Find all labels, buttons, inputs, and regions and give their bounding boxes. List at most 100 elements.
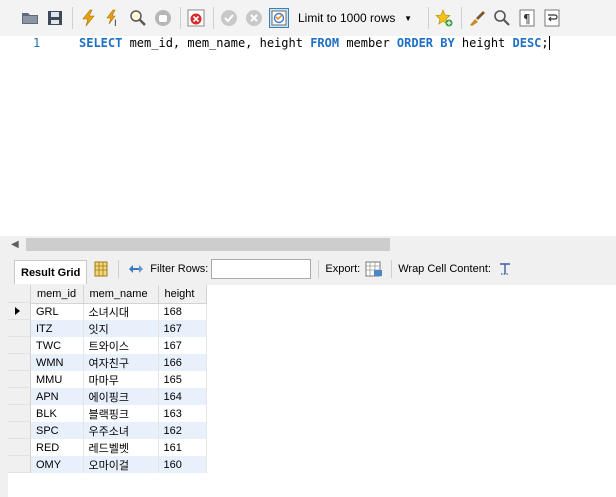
execute-lightning-icon[interactable] <box>78 8 98 28</box>
svg-text:I: I <box>114 19 117 27</box>
table-row[interactable]: RED 레드벨벳 161 <box>31 439 207 456</box>
cell-mem-name[interactable]: 에이핑크 <box>83 388 159 405</box>
toolbar-separator <box>180 7 181 29</box>
execute-cursor-icon[interactable]: I <box>103 8 123 28</box>
filter-rows-input[interactable] <box>211 259 312 279</box>
cell-mem-id[interactable]: OMY <box>31 456 84 473</box>
cell-mem-name[interactable]: 우주소녀 <box>83 422 159 439</box>
explain-magnifier-icon[interactable] <box>128 8 148 28</box>
row-header[interactable] <box>8 320 30 337</box>
sql-keyword: SELECT <box>79 36 123 50</box>
svg-text:¶: ¶ <box>523 12 531 26</box>
cell-mem-name[interactable]: 레드벨벳 <box>83 439 159 456</box>
filter-rows-label: Filter Rows: <box>150 263 209 275</box>
row-header[interactable] <box>8 354 30 371</box>
find-icon[interactable] <box>492 8 512 28</box>
cell-mem-id[interactable]: SPC <box>31 422 84 439</box>
row-header[interactable] <box>8 303 30 320</box>
cell-height[interactable]: 166 <box>158 354 207 371</box>
column-header-mem-id[interactable]: mem_id <box>31 285 84 304</box>
sql-text: member <box>339 36 397 50</box>
rollback-icon[interactable] <box>244 8 264 28</box>
star-add-icon[interactable] <box>434 8 454 28</box>
cell-mem-name[interactable]: 여자친구 <box>83 354 159 371</box>
cell-mem-id[interactable]: WMN <box>31 354 84 371</box>
commit-icon[interactable] <box>219 8 239 28</box>
cell-height[interactable]: 161 <box>158 439 207 456</box>
cell-mem-id[interactable]: BLK <box>31 405 84 422</box>
cell-mem-name[interactable]: 소녀시대 <box>83 303 159 320</box>
folder-open-icon[interactable] <box>20 8 40 28</box>
cell-mem-id[interactable]: APN <box>31 388 84 405</box>
refresh-filter-icon[interactable] <box>126 259 146 279</box>
cell-mem-name[interactable]: 마마무 <box>83 371 159 388</box>
toggle-error-icon[interactable] <box>186 8 206 28</box>
export-icon[interactable] <box>364 259 384 279</box>
toolbar-separator <box>391 260 393 278</box>
table-row[interactable]: TWC 트와이스 167 <box>31 337 207 354</box>
cell-height[interactable]: 167 <box>158 320 207 337</box>
cell-height[interactable]: 160 <box>158 456 207 473</box>
row-header[interactable] <box>8 422 30 439</box>
sql-text: height <box>454 36 513 50</box>
beautify-brush-icon[interactable] <box>467 8 487 28</box>
table-row[interactable]: GRL 소녀시대 168 <box>31 303 207 320</box>
text-cursor <box>548 36 550 50</box>
cell-mem-name[interactable]: 오마이걸 <box>83 456 159 473</box>
cell-mem-id[interactable]: TWC <box>31 337 84 354</box>
chevron-down-icon: ▼ <box>404 13 412 23</box>
table-row[interactable]: SPC 우주소녀 162 <box>31 422 207 439</box>
cell-mem-id[interactable]: MMU <box>31 371 84 388</box>
scroll-left-icon[interactable]: ◀ <box>11 239 19 250</box>
cell-mem-id[interactable]: RED <box>31 439 84 456</box>
row-header[interactable] <box>8 388 30 405</box>
row-header[interactable] <box>8 439 30 456</box>
code-line[interactable]: SELECT mem_id, mem_name, height FROM mem… <box>79 36 550 50</box>
export-label: Export: <box>325 263 361 275</box>
scrollbar-thumb[interactable] <box>26 238 390 251</box>
result-grid-tab[interactable]: Result Grid <box>14 260 88 284</box>
column-header-mem-name[interactable]: mem_name <box>83 285 159 304</box>
cell-mem-id[interactable]: ITZ <box>31 320 84 337</box>
toolbar-separator <box>461 7 462 29</box>
cell-height[interactable]: 167 <box>158 337 207 354</box>
table-row[interactable]: BLK 블랙핑크 163 <box>31 405 207 422</box>
row-header[interactable] <box>8 405 30 422</box>
cell-height[interactable]: 165 <box>158 371 207 388</box>
table-row[interactable]: APN 에이핑크 164 <box>31 388 207 405</box>
table-row[interactable]: ITZ 잇지 167 <box>31 320 207 337</box>
current-row-pointer-icon <box>15 307 20 315</box>
cell-mem-name[interactable]: 잇지 <box>83 320 159 337</box>
table-row[interactable]: OMY 오마이걸 160 <box>31 456 207 473</box>
cell-height[interactable]: 162 <box>158 422 207 439</box>
table-header-row: mem_id mem_name height <box>31 285 207 304</box>
row-header[interactable] <box>8 371 30 388</box>
toolbar-separator <box>72 7 73 29</box>
editor-horizontal-scrollbar[interactable]: ◀ <box>0 236 616 253</box>
table-body: GRL 소녀시대 168 ITZ 잇지 167 TWC 트와이스 167 WMN 여자친구 166 MM… <box>31 303 207 473</box>
cell-mem-name[interactable]: 블랙핑크 <box>83 405 159 422</box>
result-grid-label: Result Grid <box>21 266 81 279</box>
table-row[interactable]: WMN 여자친구 166 <box>31 354 207 371</box>
result-toolbar: Result Grid Filter Rows: Export: Wrap Ce… <box>0 253 616 285</box>
save-icon[interactable] <box>45 8 65 28</box>
stop-icon[interactable] <box>153 8 173 28</box>
table-row[interactable]: MMU 마마무 165 <box>31 371 207 388</box>
wrap-icon[interactable] <box>542 8 562 28</box>
grid-view-icon[interactable] <box>91 259 111 279</box>
line-number: 1 <box>33 36 41 50</box>
limit-rows-select[interactable]: Limit to 1000 rows ▼ <box>294 7 418 29</box>
autocommit-icon[interactable] <box>269 8 289 28</box>
cell-height[interactable]: 168 <box>158 303 207 320</box>
cell-mem-id[interactable]: GRL <box>31 303 84 320</box>
row-header[interactable] <box>8 337 30 354</box>
column-header-height[interactable]: height <box>158 285 207 304</box>
cell-mem-name[interactable]: 트와이스 <box>83 337 159 354</box>
wrap-cell-icon[interactable] <box>495 259 515 279</box>
result-grid: mem_id mem_name height GRL 소녀시대 168 ITZ 잇지 167 T… <box>0 285 616 497</box>
cell-height[interactable]: 163 <box>158 405 207 422</box>
cell-height[interactable]: 164 <box>158 388 207 405</box>
row-header[interactable] <box>8 456 30 473</box>
sql-editor[interactable]: 1 SELECT mem_id, mem_name, height FROM m… <box>0 36 616 236</box>
invisible-chars-icon[interactable]: ¶ <box>517 8 537 28</box>
